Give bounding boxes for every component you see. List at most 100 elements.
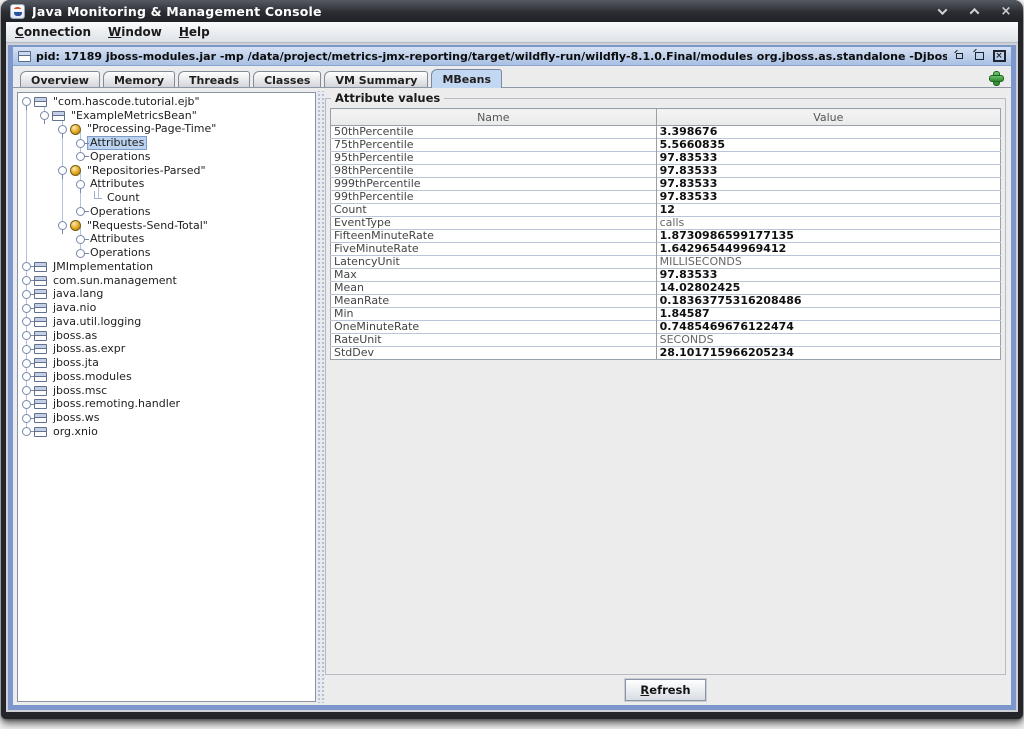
table-row[interactable]: OneMinuteRate 0.7485469676122474 (331, 321, 1001, 334)
table-row[interactable]: StdDev 28.101715966205234 (331, 347, 1001, 360)
tree-expand-knob[interactable] (76, 207, 85, 216)
tree-item-label[interactable]: Attributes (88, 137, 146, 149)
attribute-value-cell[interactable]: 97.83533 (656, 152, 1000, 165)
tree-item[interactable]: Operations (18, 205, 315, 219)
table-row[interactable]: RateUnit SECONDS (331, 334, 1001, 347)
attribute-value-cell[interactable]: 97.83533 (656, 269, 1000, 282)
tree-item-label[interactable]: jboss.jta (51, 357, 101, 369)
tree-expand-knob[interactable] (22, 97, 31, 106)
tree-item[interactable]: Attributes (18, 136, 315, 150)
tree-item-label[interactable]: jboss.as.expr (51, 343, 127, 355)
attribute-name-cell[interactable]: 50thPercentile (331, 126, 657, 139)
attribute-value-cell[interactable]: 5.5660835 (656, 139, 1000, 152)
tree-item-label[interactable]: JMImplementation (51, 261, 155, 273)
tree-item-label[interactable]: Operations (88, 151, 152, 163)
tree-item-label[interactable]: java.util.logging (51, 316, 143, 328)
table-row[interactable]: 95thPercentile 97.83533 (331, 152, 1001, 165)
attribute-name-cell[interactable]: EventType (331, 217, 657, 230)
window-close-button[interactable]: × (999, 4, 1013, 18)
table-row[interactable]: 99thPercentile 97.83533 (331, 191, 1001, 204)
attribute-value-cell[interactable]: 0.18363775316208486 (656, 295, 1000, 308)
attribute-value-cell[interactable]: 1.8730986599177135 (656, 230, 1000, 243)
tab[interactable]: Overview (20, 71, 100, 88)
table-row[interactable]: 98thPercentile 97.83533 (331, 165, 1001, 178)
tree-expand-knob[interactable] (22, 262, 31, 271)
attribute-value-cell[interactable]: MILLISECONDS (656, 256, 1000, 269)
window-maximize-button[interactable] (967, 4, 981, 18)
attribute-name-cell[interactable]: MeanRate (331, 295, 657, 308)
refresh-button[interactable]: Refresh (625, 679, 705, 701)
tree-item[interactable]: jboss.jta (18, 356, 315, 370)
attribute-name-cell[interactable]: FifteenMinuteRate (331, 230, 657, 243)
table-row[interactable]: EventType calls (331, 217, 1001, 230)
attribute-name-cell[interactable]: 99thPercentile (331, 191, 657, 204)
column-header-value[interactable]: Value (656, 109, 1000, 126)
tree-expand-knob[interactable] (76, 235, 85, 244)
table-row[interactable]: Mean 14.02802425 (331, 282, 1001, 295)
tree-expand-knob[interactable] (58, 125, 67, 134)
tree-item-label[interactable]: "ExampleMetricsBean" (69, 110, 199, 122)
tree-expand-knob[interactable] (22, 414, 31, 423)
tree-item-label[interactable]: java.lang (51, 288, 105, 300)
tab[interactable]: Classes (253, 71, 321, 88)
tab[interactable]: Memory (103, 71, 175, 88)
attribute-name-cell[interactable]: OneMinuteRate (331, 321, 657, 334)
tree-elbow-line[interactable] (94, 191, 102, 199)
tree-item[interactable]: Operations (18, 246, 315, 260)
tree-expand-knob[interactable] (22, 372, 31, 381)
tree-item-label[interactable]: Count (105, 192, 142, 204)
attribute-value-cell[interactable]: 3.398676 (656, 126, 1000, 139)
menu-window[interactable]: Window (108, 25, 162, 39)
tree-expand-knob[interactable] (22, 345, 31, 354)
tree-expand-knob[interactable] (22, 427, 31, 436)
tree-item-label[interactable]: com.sun.management (51, 275, 179, 287)
tree-item[interactable]: jboss.modules (18, 370, 315, 384)
split-divider[interactable] (316, 91, 325, 703)
tree-item[interactable]: "ExampleMetricsBean" (18, 109, 315, 123)
mbean-tree[interactable]: "com.hascode.tutorial.ejb" "ExampleMetri… (17, 92, 316, 702)
tree-item[interactable]: jboss.ws (18, 411, 315, 425)
tree-item-label[interactable]: Attributes (88, 178, 146, 190)
tree-item[interactable]: Operations (18, 150, 315, 164)
attribute-name-cell[interactable]: RateUnit (331, 334, 657, 347)
tree-expand-knob[interactable] (76, 180, 85, 189)
tree-item-label[interactable]: Operations (88, 206, 152, 218)
tree-item-label[interactable]: "com.hascode.tutorial.ejb" (51, 96, 202, 108)
tree-item[interactable]: java.nio (18, 301, 315, 315)
attribute-value-cell[interactable]: 1.84587 (656, 308, 1000, 321)
tree-item-label[interactable]: jboss.remoting.handler (51, 398, 182, 410)
attribute-name-cell[interactable]: Count (331, 204, 657, 217)
attribute-value-cell[interactable]: 0.7485469676122474 (656, 321, 1000, 334)
attribute-name-cell[interactable]: Mean (331, 282, 657, 295)
table-row[interactable]: 50thPercentile 3.398676 (331, 126, 1001, 139)
tree-item[interactable]: com.sun.management (18, 274, 315, 288)
tree-item[interactable]: jboss.as (18, 329, 315, 343)
attribute-name-cell[interactable]: LatencyUnit (331, 256, 657, 269)
tree-expand-knob[interactable] (22, 400, 31, 409)
tree-expand-knob[interactable] (22, 359, 31, 368)
tree-expand-knob[interactable] (58, 221, 67, 230)
attribute-name-cell[interactable]: Min (331, 308, 657, 321)
attribute-name-cell[interactable]: 999thPercentile (331, 178, 657, 191)
column-header-name[interactable]: Name (331, 109, 657, 126)
tree-item[interactable]: JMImplementation (18, 260, 315, 274)
tree-item-label[interactable]: org.xnio (51, 426, 100, 438)
table-row[interactable]: FiveMinuteRate 1.642965449969412 (331, 243, 1001, 256)
tree-item[interactable]: "Processing-Page-Time" (18, 123, 315, 137)
tree-item[interactable]: Count (18, 191, 315, 205)
table-row[interactable]: LatencyUnit MILLISECONDS (331, 256, 1001, 269)
table-row[interactable]: 999thPercentile 97.83533 (331, 178, 1001, 191)
attribute-value-cell[interactable]: 97.83533 (656, 165, 1000, 178)
tree-expand-knob[interactable] (22, 317, 31, 326)
attribute-value-cell[interactable]: 97.83533 (656, 191, 1000, 204)
tree-item-label[interactable]: jboss.ws (51, 412, 101, 424)
tree-expand-knob[interactable] (22, 276, 31, 285)
tree-item[interactable]: Attributes (18, 178, 315, 192)
tree-item-label[interactable]: jboss.msc (51, 385, 109, 397)
tree-item-label[interactable]: "Requests-Send-Total" (85, 220, 210, 232)
attribute-value-cell[interactable]: calls (656, 217, 1000, 230)
attribute-value-cell[interactable]: 12 (656, 204, 1000, 217)
tree-item[interactable]: Attributes (18, 233, 315, 247)
tree-item-label[interactable]: java.nio (51, 302, 98, 314)
tree-item-label[interactable]: jboss.modules (51, 371, 134, 383)
